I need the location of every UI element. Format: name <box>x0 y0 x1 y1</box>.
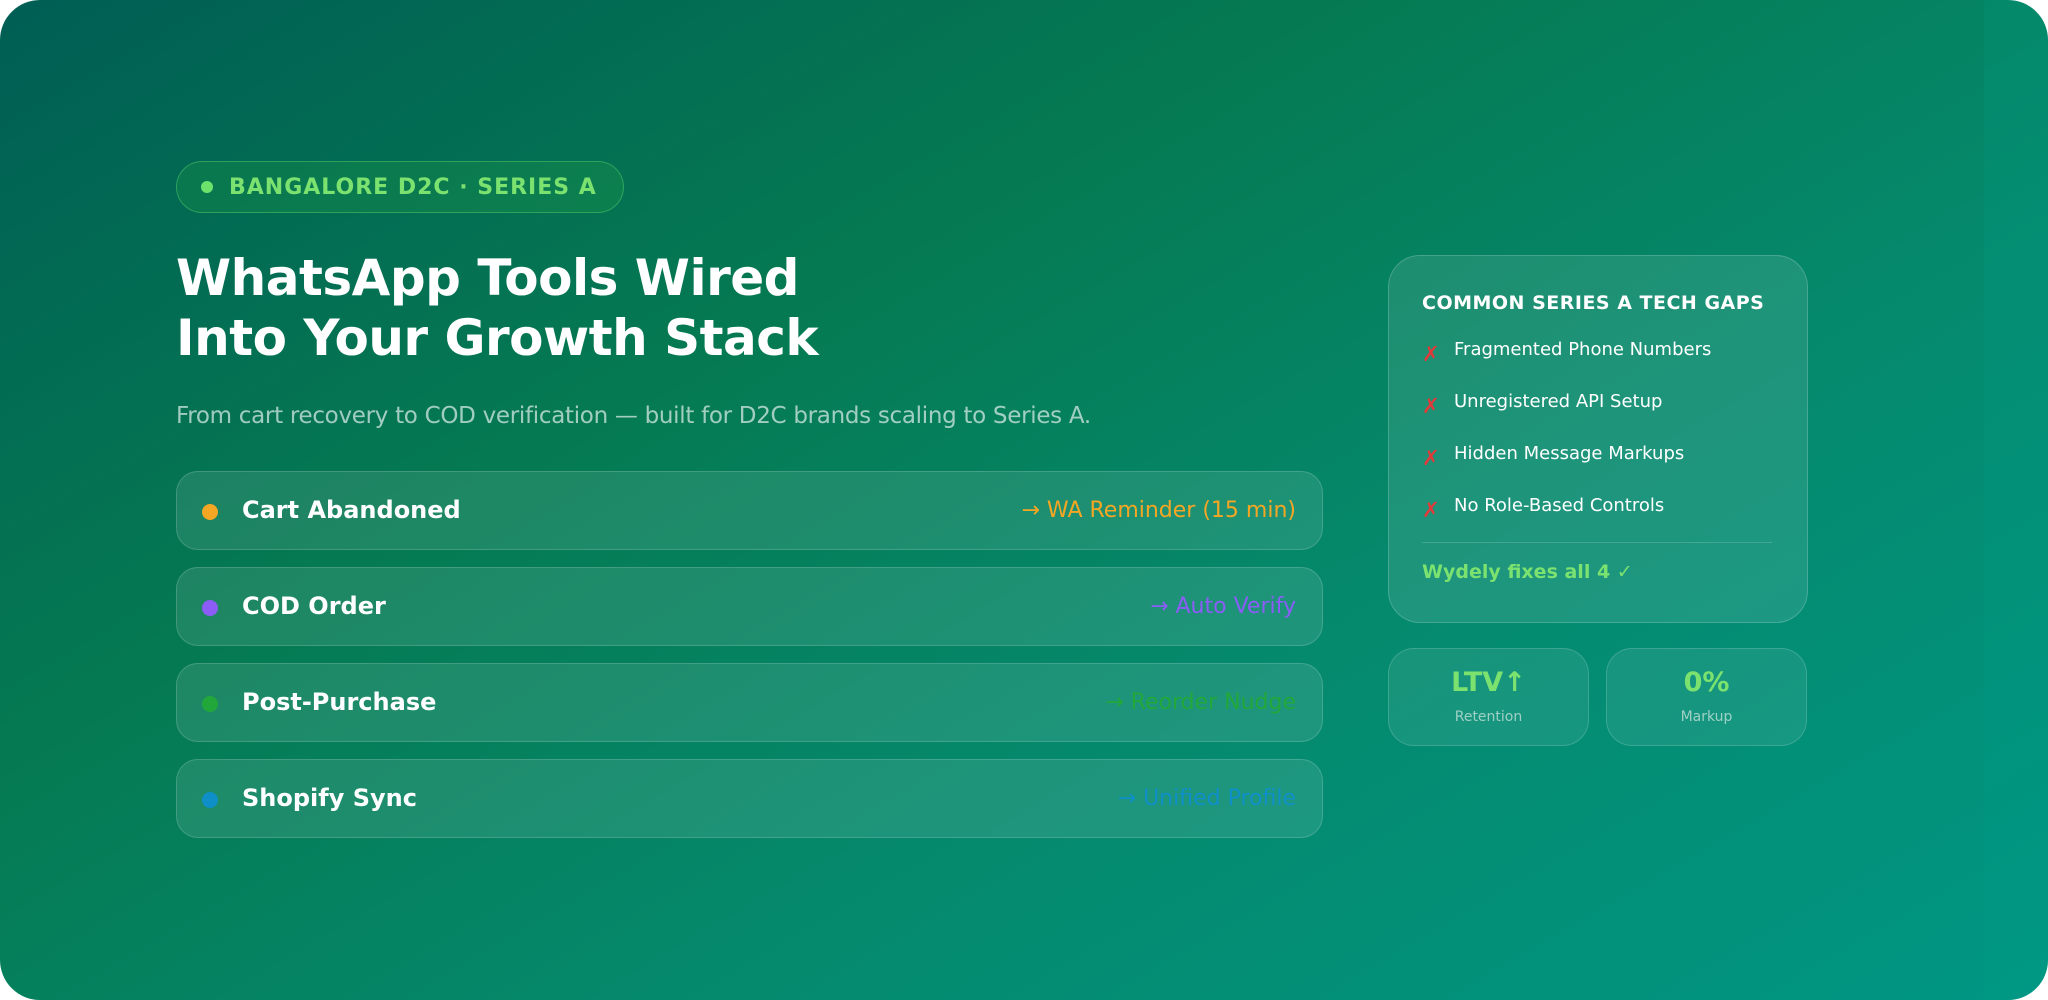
flow-label: Cart Abandoned <box>242 496 461 524</box>
gap-item: ✗ No Role-Based Controls <box>1422 492 1664 522</box>
cross-icon: ✗ <box>1422 446 1440 470</box>
cross-icon: ✗ <box>1422 394 1440 418</box>
flow-row-post-purchase[interactable]: Post-Purchase → Reorder Nudge <box>176 663 1323 742</box>
status-dot-icon <box>202 600 218 616</box>
stat-value: LTV↑ <box>1451 667 1526 698</box>
stat-retention: LTV↑ Retention <box>1388 648 1589 746</box>
flow-label: Shopify Sync <box>242 784 417 812</box>
gap-item: ✗ Fragmented Phone Numbers <box>1422 336 1711 366</box>
right-edge-strip <box>1984 0 2048 1000</box>
flow-action: → Auto Verify <box>1150 594 1296 619</box>
gaps-card-title: COMMON SERIES A TECH GAPS <box>1422 292 1765 314</box>
gap-item-text: Fragmented Phone Numbers <box>1454 339 1712 360</box>
status-dot-icon <box>202 504 218 520</box>
flow-row-cod-order[interactable]: COD Order → Auto Verify <box>176 567 1323 646</box>
gap-item-text: Unregistered API Setup <box>1454 391 1663 412</box>
flow-row-shopify-sync[interactable]: Shopify Sync → Unified Profile <box>176 759 1323 838</box>
gaps-divider <box>1422 542 1772 543</box>
flow-label: COD Order <box>242 592 386 620</box>
gap-item: ✗ Unregistered API Setup <box>1422 388 1662 418</box>
flow-action: → WA Reminder (15 min) <box>1021 498 1296 523</box>
gap-item-text: Hidden Message Markups <box>1454 443 1685 464</box>
flow-action: → Unified Profile <box>1117 786 1296 811</box>
page-title-line-2: Into Your Growth Stack <box>176 309 819 367</box>
cross-icon: ✗ <box>1422 342 1440 366</box>
badge-text: BANGALORE D2C · SERIES A <box>229 174 597 200</box>
status-dot-icon <box>202 696 218 712</box>
hero-banner: BANGALORE D2C · SERIES A WhatsApp Tools … <box>0 0 2048 1000</box>
location-badge: BANGALORE D2C · SERIES A <box>176 161 624 213</box>
flow-row-cart-abandoned[interactable]: Cart Abandoned → WA Reminder (15 min) <box>176 471 1323 550</box>
page-title: WhatsApp Tools Wired Into Your Growth St… <box>176 248 819 368</box>
gaps-fix-note: Wydely fixes all 4 ✓ <box>1422 561 1633 583</box>
flow-label: Post-Purchase <box>242 688 437 716</box>
stat-value: 0% <box>1683 667 1730 698</box>
gap-item-text: No Role-Based Controls <box>1454 495 1665 516</box>
cross-icon: ✗ <box>1422 498 1440 522</box>
stat-label: Retention <box>1454 709 1523 725</box>
gap-item: ✗ Hidden Message Markups <box>1422 440 1684 470</box>
page-subtitle: From cart recovery to COD verification —… <box>176 403 1091 429</box>
page-title-line-1: WhatsApp Tools Wired <box>176 249 799 307</box>
stat-markup: 0% Markup <box>1606 648 1807 746</box>
stat-label: Markup <box>1680 709 1733 725</box>
badge-dot-icon <box>201 181 213 193</box>
status-dot-icon <box>202 792 218 808</box>
flow-action: → Reorder Nudge <box>1105 690 1296 715</box>
